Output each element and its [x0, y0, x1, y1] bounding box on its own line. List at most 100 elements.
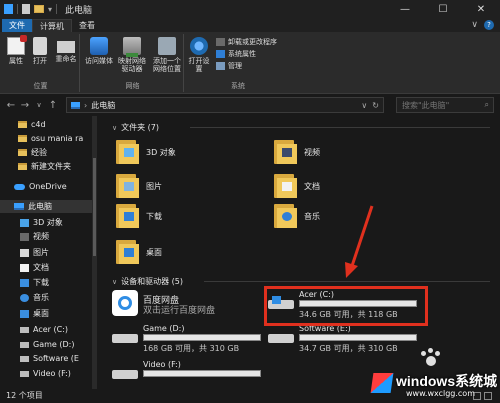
sidebar-item-jingyan[interactable]: 经验 [18, 146, 47, 159]
drive-icon [112, 330, 138, 344]
open-settings-button[interactable]: 打开设置 [188, 37, 210, 73]
help-icon[interactable]: ? [484, 20, 494, 30]
tab-file[interactable]: 文件 [2, 19, 32, 32]
breadcrumb-separator-icon: › [84, 100, 88, 110]
maximize-button[interactable]: ☐ [424, 0, 462, 18]
rename-button[interactable]: 重命名 [54, 37, 78, 63]
folder-item-videos[interactable]: 视频 [274, 138, 320, 166]
up-arrow-icon[interactable]: ↑ [46, 100, 60, 111]
sidebar-item-osu-mania[interactable]: osu mania ra [18, 132, 83, 145]
folder-icon [18, 163, 27, 170]
breadcrumb-this-pc[interactable]: 此电脑 [91, 100, 115, 111]
folders-section-title: 文件夹 (7) [121, 123, 159, 132]
sidebar-item-3d-objects[interactable]: 3D 对象 [20, 216, 63, 229]
sidebar-item-drive-e[interactable]: Software (E [20, 352, 79, 365]
sidebar-item-label: OneDrive [29, 182, 67, 191]
collapse-ribbon-icon[interactable]: ∨ [471, 20, 478, 30]
close-button[interactable]: ✕ [462, 0, 500, 18]
sidebar-item-videos[interactable]: 视频 [20, 230, 49, 243]
folder-item-pictures[interactable]: 图片 [116, 172, 162, 200]
folder-label: 3D 对象 [146, 147, 176, 157]
ribbon: 属性 打开 重命名 位置 访问媒体 映射网络驱动器 添加一个网络位置 网络 打开 [0, 32, 500, 94]
address-bar[interactable]: › 此电脑 ∨ ↻ [66, 97, 384, 113]
new-folder-quick-icon[interactable] [34, 5, 44, 13]
folder-item-3d-objects[interactable]: 3D 对象 [116, 138, 176, 166]
drive-usage-bar [143, 334, 261, 341]
properties-button[interactable]: 属性 [6, 35, 27, 65]
refresh-icon[interactable]: ↻ [372, 101, 379, 110]
documents-folder-icon [274, 172, 298, 200]
ribbon-tabs: 文件 计算机 查看 ∨ ? [0, 18, 500, 32]
sidebar-item-drive-c[interactable]: Acer (C:) [20, 323, 68, 336]
sidebar-item-desktop[interactable]: 桌面 [20, 307, 49, 320]
drive-item-e[interactable]: Software (E:) 34.7 GB 可用，共 310 GB [268, 324, 428, 356]
folder-item-desktop[interactable]: 桌面 [116, 238, 162, 266]
drive-info: 168 GB 可用，共 310 GB [143, 344, 240, 353]
search-input[interactable] [402, 100, 477, 110]
system-properties-button[interactable]: 系统属性 [216, 49, 277, 59]
uninstall-programs-button[interactable]: 卸载或更改程序 [216, 37, 277, 47]
drive-item-d[interactable]: Game (D:) 168 GB 可用，共 310 GB [112, 324, 272, 356]
search-icon[interactable]: ⌕ [485, 100, 489, 110]
manage-button[interactable]: 管理 [216, 61, 277, 71]
back-arrow-icon[interactable]: ← [4, 100, 18, 111]
drive-item-f[interactable]: Video (F:) [112, 360, 272, 390]
folders-section-header[interactable]: ∨ 文件夹 (7) [112, 122, 490, 133]
sidebar-item-label: Software (E [33, 354, 79, 363]
properties-quick-icon[interactable] [22, 4, 30, 14]
tab-computer[interactable]: 计算机 [32, 19, 72, 32]
toolbar-divider [56, 4, 58, 14]
ribbon-group-network: 访问媒体 映射网络驱动器 添加一个网络位置 网络 [82, 34, 184, 92]
sidebar-item-c4d[interactable]: c4d [18, 118, 46, 131]
sidebar-item-label: 下载 [33, 278, 49, 287]
sidebar-item-new-folder[interactable]: 新建文件夹 [18, 160, 71, 173]
minimize-button[interactable]: — [386, 0, 424, 18]
ribbon-group-location: 属性 打开 重命名 位置 [2, 34, 80, 92]
tab-view[interactable]: 查看 [72, 19, 102, 32]
explorer-app-icon [4, 4, 13, 14]
address-controls: ∨ ↻ [361, 101, 379, 110]
window-title: 此电脑 [65, 5, 93, 16]
folder-item-downloads[interactable]: 下载 [116, 202, 162, 230]
folder-item-music[interactable]: 音乐 [274, 202, 320, 230]
folder-item-documents[interactable]: 文档 [274, 172, 320, 200]
sidebar-item-drive-f[interactable]: Video (F:) [20, 367, 71, 380]
sidebar-item-drive-d[interactable]: Game (D:) [20, 338, 74, 351]
map-network-drive-button[interactable]: 映射网络驱动器 [116, 37, 148, 73]
downloads-folder-icon [116, 202, 140, 230]
item-count: 12 个项目 [6, 391, 43, 400]
map-drive-label: 映射网络驱动器 [118, 57, 146, 73]
window-controls: — ☐ ✕ [386, 0, 500, 18]
folder-icon [18, 149, 27, 156]
documents-icon [20, 263, 29, 272]
drive-icon [20, 370, 29, 377]
devices-section-header[interactable]: ∨ 设备和驱动器 (5) [112, 276, 490, 287]
sidebar-item-downloads[interactable]: 下载 [20, 276, 49, 289]
customize-toolbar-icon[interactable]: ▾ [48, 5, 52, 14]
chevron-down-icon: ∨ [112, 123, 118, 132]
open-icon [33, 37, 47, 55]
sidebar-scrollbar[interactable] [92, 116, 97, 389]
sidebar-item-documents[interactable]: 文档 [20, 261, 49, 274]
forward-arrow-icon[interactable]: → [18, 100, 32, 111]
drive-icon [20, 341, 29, 348]
sidebar-item-onedrive[interactable]: OneDrive [14, 180, 67, 193]
open-button[interactable]: 打开 [30, 37, 50, 65]
sidebar-item-label: c4d [31, 120, 46, 129]
sidebar-item-music[interactable]: 音乐 [20, 291, 49, 304]
folder-label: 音乐 [304, 211, 320, 221]
address-dropdown-icon[interactable]: ∨ [361, 101, 367, 110]
recent-locations-icon[interactable]: ∨ [32, 101, 46, 109]
drive-icon [268, 330, 294, 344]
programs-icon [216, 38, 225, 46]
sidebar-item-pictures[interactable]: 图片 [20, 246, 49, 259]
baidu-netdisk-item[interactable]: 百度网盘 双击运行百度网盘 [112, 288, 252, 320]
ribbon-right-controls: ∨ ? [471, 20, 494, 30]
sidebar-item-this-pc[interactable]: 此电脑 [0, 200, 93, 213]
properties-icon [7, 35, 27, 55]
add-network-location-button[interactable]: 添加一个网络位置 [150, 37, 184, 73]
drive-icon [20, 326, 29, 333]
access-media-button[interactable]: 访问媒体 [84, 37, 114, 65]
group-label-location: 位置 [33, 82, 48, 90]
pictures-icon [20, 248, 29, 257]
